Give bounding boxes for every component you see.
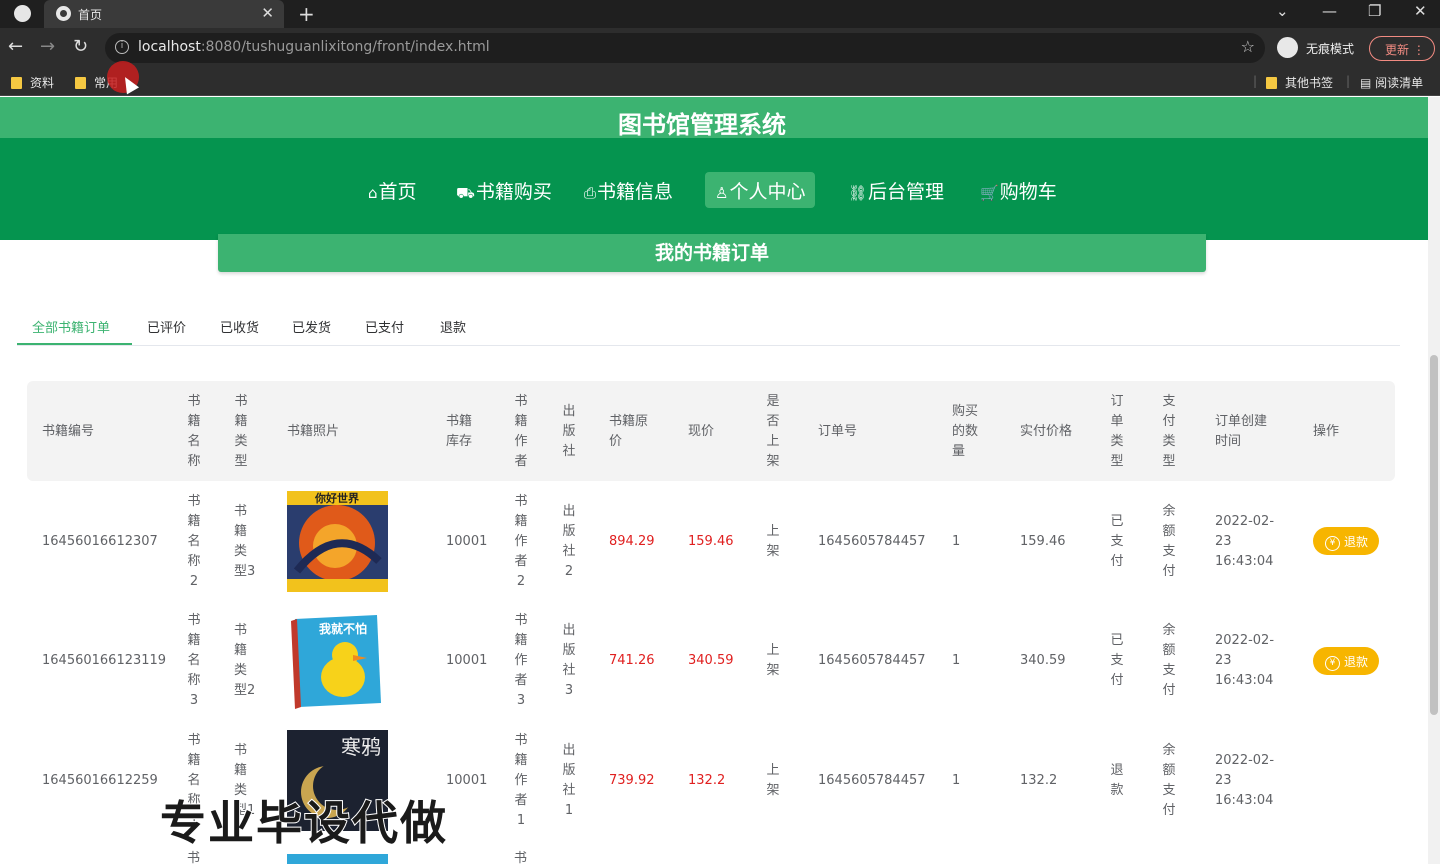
back-icon[interactable]: ← (8, 36, 23, 57)
folder-icon (75, 77, 86, 89)
order-tabs: 全部书籍订单 已评价 已收货 已发货 已支付 退款 (17, 305, 1400, 346)
yen-icon: ¥ (1325, 536, 1340, 551)
col-author: 书籍作者 (514, 394, 528, 469)
book-cover-image: 我就不怕 (287, 611, 388, 712)
col-book-name: 书籍名称 (187, 394, 201, 469)
col-book-type: 书籍类型 (234, 394, 248, 469)
tab-search-icon[interactable]: ⌄ (1276, 2, 1289, 20)
bookmark-star-icon[interactable]: ☆ (1241, 37, 1255, 56)
new-tab-icon[interactable]: + (298, 2, 315, 26)
main-nav: ⌂首页 ⛟书籍购买 ⎙书籍信息 ♙个人中心 ⛓后台管理 🛒购物车 (0, 138, 1428, 240)
col-created: 订单创建时间 (1215, 414, 1268, 449)
col-quantity: 购买的数量 (952, 404, 979, 459)
close-tab-icon[interactable]: ✕ (261, 4, 274, 22)
tab-title: 首页 (78, 8, 103, 22)
reading-list-icon: ▤ (1360, 76, 1376, 90)
nav-personal-center[interactable]: ♙个人中心 (705, 172, 816, 208)
web-page: 图书馆管理系统 ⌂首页 ⛟书籍购买 ⎙书籍信息 ♙个人中心 ⛓后台管理 🛒购物车… (0, 97, 1428, 864)
globe-icon (56, 6, 71, 21)
forward-icon[interactable]: → (40, 36, 55, 57)
print-icon: ⎙ (584, 184, 597, 202)
incognito-icon (1277, 37, 1298, 58)
tab-reviewed[interactable]: 已评价 (147, 317, 186, 336)
book-cover-title: 寒鸦 (341, 735, 381, 759)
browser-tab-bar: 首页 ✕ + ⌄ — ❐ ✕ (0, 0, 1440, 28)
nav-admin[interactable]: ⛓后台管理 (838, 172, 954, 208)
address-bar[interactable]: i localhost:8080/tushuguanlixitong/front… (105, 33, 1265, 63)
col-pay-type: 支付类型 (1162, 394, 1176, 469)
minimize-icon[interactable]: — (1322, 2, 1337, 20)
refund-button[interactable]: ¥ 退款 (1313, 527, 1379, 555)
col-on-shelf: 是否上架 (766, 394, 780, 469)
cart-book-icon: ⛟ (456, 184, 475, 202)
user-icon: ♙ (715, 184, 729, 202)
col-price: 现价 (688, 424, 715, 439)
cart-icon: 🛒 (980, 184, 999, 202)
site-info-icon[interactable]: i (115, 40, 129, 54)
home-icon: ⌂ (368, 184, 378, 202)
book-cover-image: 你好世界 (287, 491, 388, 592)
col-orig-price: 书籍原价 (609, 414, 649, 449)
page-scrollbar[interactable] (1428, 97, 1440, 864)
book-cover-title: 我就不怕 (319, 621, 367, 636)
browser-tab[interactable]: 首页 ✕ (44, 0, 284, 28)
window-close-icon[interactable]: ✕ (1414, 2, 1427, 20)
tab-shipped[interactable]: 已发货 (292, 317, 331, 336)
nav-book-purchase[interactable]: ⛟书籍购买 (446, 172, 562, 208)
nav-cart[interactable]: 🛒购物车 (970, 172, 1067, 208)
update-button[interactable]: 更新 ⋮ (1369, 36, 1435, 61)
book-cover-image (287, 854, 388, 864)
folder-icon (1266, 77, 1277, 89)
book-cover-title: 你好世界 (314, 491, 359, 505)
col-order-no: 订单号 (818, 424, 858, 439)
bookmarks-bar: 资料 常用 | 其他书签 | ▤ 阅读清单 (0, 68, 1440, 96)
site-title: 图书馆管理系统 (618, 111, 786, 139)
scrollbar-thumb[interactable] (1430, 355, 1438, 715)
orders-heading: 我的书籍订单 (218, 234, 1206, 272)
yen-icon: ¥ (1325, 656, 1340, 671)
reading-list[interactable]: ▤ 阅读清单 (1360, 74, 1423, 91)
bookmark-other[interactable]: 其他书签 (1266, 74, 1333, 91)
col-actions: 操作 (1313, 424, 1340, 439)
link-icon: ⛓ (848, 184, 868, 202)
col-paid-price: 实付价格 (1020, 424, 1073, 439)
col-book-id: 书籍编号 (42, 424, 95, 439)
browser-menu-icon[interactable] (14, 5, 31, 22)
col-order-type: 订单类型 (1110, 394, 1124, 469)
nav-home[interactable]: ⌂首页 (358, 172, 427, 208)
watermark-overlay: 专业毕设代做 (159, 795, 448, 851)
restore-icon[interactable]: ❐ (1368, 2, 1381, 20)
col-publisher: 出版社 (562, 404, 576, 459)
col-stock: 书籍库存 (446, 414, 473, 449)
refund-button[interactable]: ¥ 退款 (1313, 647, 1379, 675)
folder-icon (11, 77, 22, 89)
tab-received[interactable]: 已收货 (220, 317, 259, 336)
col-book-photo: 书籍照片 (287, 424, 340, 439)
reload-icon[interactable]: ↻ (73, 36, 88, 57)
bookmark-folder-ziliao[interactable]: 资料 (11, 74, 54, 91)
tab-all-orders[interactable]: 全部书籍订单 (32, 317, 110, 336)
tab-paid[interactable]: 已支付 (365, 317, 404, 336)
tab-refund[interactable]: 退款 (440, 317, 466, 336)
incognito-indicator[interactable]: 无痕模式 (1277, 34, 1365, 62)
url-text[interactable]: localhost:8080/tushuguanlixitong/front/i… (138, 39, 490, 55)
browser-toolbar: ← → ↻ i localhost:8080/tushuguanlixitong… (0, 28, 1440, 68)
active-tab-indicator (17, 343, 132, 345)
site-header: 图书馆管理系统 (0, 97, 1428, 139)
nav-book-info[interactable]: ⎙书籍信息 (574, 172, 683, 208)
